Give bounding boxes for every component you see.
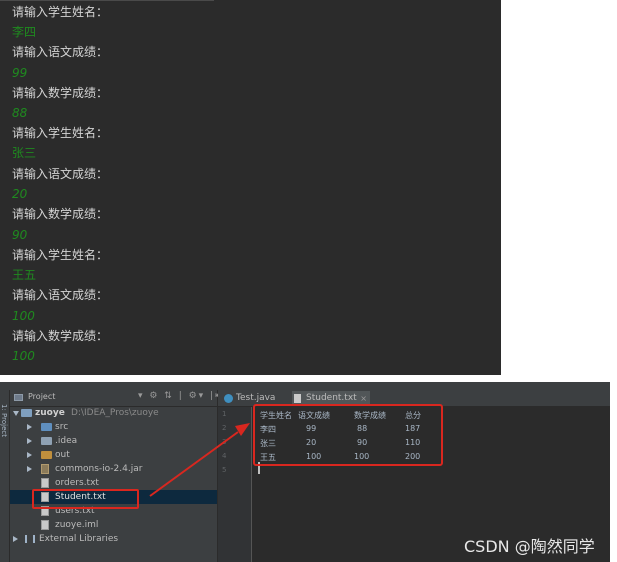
console-prompt-name: 请输入学生姓名： [12, 248, 109, 262]
tree-item-src[interactable]: src [10, 420, 217, 434]
console-top-border [0, 0, 214, 1]
highlight-box-editor [253, 404, 443, 466]
java-class-icon [224, 394, 233, 403]
project-root-path: D:\IDEA_Pros\zuoye [71, 408, 159, 418]
tree-item-iml[interactable]: zuoye.iml [10, 518, 217, 532]
tree-item-idea[interactable]: .idea [10, 434, 217, 448]
output-folder-icon [41, 451, 52, 459]
tree-item-jar[interactable]: commons-io-2.4.jar [10, 462, 217, 476]
folder-icon [41, 437, 52, 445]
chevron-right-icon[interactable] [27, 466, 32, 472]
line-number: 1 [222, 410, 227, 418]
project-root-name: zuoye [35, 408, 65, 418]
chevron-right-icon[interactable] [13, 536, 18, 542]
console-prompt-chinese: 请输入语文成绩： [12, 288, 109, 302]
watermark: CSDN @陶然同学 [464, 537, 595, 556]
project-view-selector[interactable]: Project [28, 392, 55, 401]
console-prompt-chinese: 请输入语文成绩： [12, 45, 109, 59]
source-folder-icon [41, 423, 52, 431]
project-panel-header: Project ▾ ⚙ ⇅ | ⚙▾ |⇤ [10, 390, 223, 407]
tree-item-label: .idea [55, 436, 78, 446]
project-folder-icon [21, 409, 32, 417]
chevron-right-icon[interactable] [27, 452, 32, 458]
console-prompt-math: 请输入数学成绩： [12, 86, 109, 100]
tree-item-orders[interactable]: orders.txt [10, 476, 217, 490]
console-prompt-math: 请输入数学成绩： [12, 329, 109, 343]
tree-item-out[interactable]: out [10, 448, 217, 462]
console-prompt-math: 请输入数学成绩： [12, 207, 109, 221]
console-input-chinese: 20 [12, 187, 28, 201]
module-file-icon [41, 520, 49, 530]
tree-item-external-libraries[interactable]: External Libraries [10, 532, 217, 546]
console-input-math: 100 [12, 349, 35, 363]
tree-item-project-root[interactable]: zuoye D:\IDEA_Pros\zuoye [10, 406, 217, 420]
console-input-math: 88 [12, 106, 28, 120]
console-prompt-chinese: 请输入语文成绩： [12, 167, 109, 181]
tree-item-label: zuoye.iml [55, 520, 99, 530]
line-number: 3 [222, 438, 227, 446]
console-prompt-name: 请输入学生姓名： [12, 5, 109, 19]
console-input-name: 张三 [12, 146, 37, 160]
tree-item-label: src [55, 422, 69, 432]
libraries-icon [25, 535, 35, 543]
tree-item-label: out [55, 450, 70, 460]
project-tool-window-tab[interactable]: 1: Project [0, 390, 10, 562]
highlight-box-file [32, 489, 139, 509]
line-number: 2 [222, 424, 227, 432]
console-prompt-name: 请输入学生姓名： [12, 126, 109, 140]
line-number: 4 [222, 452, 227, 460]
editor-gutter: 1 2 3 4 5 [218, 407, 252, 562]
console-input-chinese: 100 [12, 309, 35, 323]
console-input-math: 90 [12, 228, 28, 242]
text-file-icon [41, 478, 49, 488]
chevron-right-icon[interactable] [27, 424, 32, 430]
run-console: 请输入学生姓名： 李四 请输入语文成绩： 99 请输入数学成绩： 88 请输入学… [0, 0, 501, 375]
line-number: 5 [222, 466, 227, 474]
console-input-chinese: 99 [12, 66, 28, 80]
text-file-icon [294, 394, 301, 403]
jar-icon [41, 464, 49, 474]
project-tool-window-label: 1: Project [0, 404, 8, 437]
tree-item-label: commons-io-2.4.jar [55, 464, 143, 474]
console-input-name: 王五 [12, 268, 37, 282]
project-panel: Project ▾ ⚙ ⇅ | ⚙▾ |⇤ zuoye D:\IDEA_Pros… [10, 390, 223, 562]
tree-item-label: orders.txt [55, 478, 99, 488]
chevron-right-icon[interactable] [27, 438, 32, 444]
console-input-name: 李四 [12, 25, 37, 39]
chevron-down-icon[interactable] [13, 411, 19, 416]
ide-top-strip [0, 382, 610, 390]
tree-item-label: External Libraries [39, 534, 119, 544]
project-panel-tools-icon[interactable]: ▾ ⚙ ⇅ | ⚙▾ |⇤ [138, 391, 225, 401]
project-view-icon [14, 394, 23, 401]
